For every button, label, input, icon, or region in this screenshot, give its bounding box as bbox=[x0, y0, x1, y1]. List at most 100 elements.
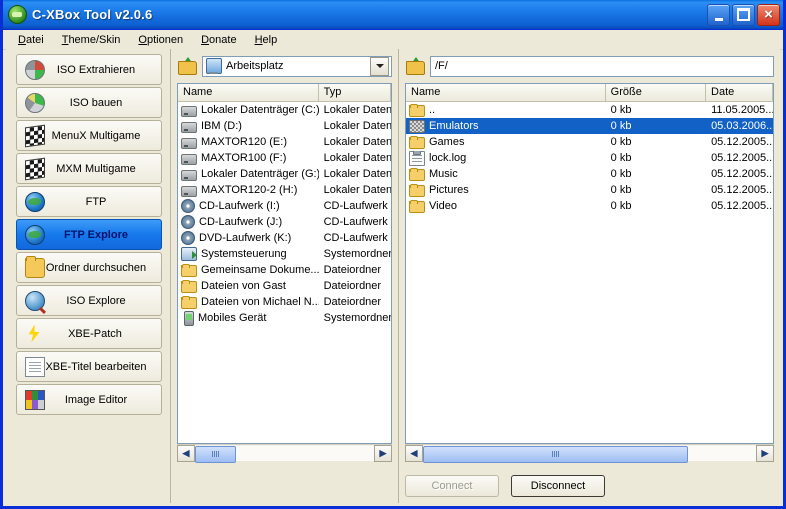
menu-item-help[interactable]: Help bbox=[246, 32, 287, 48]
chevron-left-icon: ◀ bbox=[410, 447, 418, 458]
table-row[interactable]: DVD-Laufwerk (K:) CD-Laufwerk bbox=[178, 230, 391, 246]
connect-button[interactable]: Connect bbox=[405, 475, 499, 497]
local-horizontal-scrollbar[interactable]: ◀ ▶ bbox=[177, 444, 392, 463]
table-row[interactable]: Mobiles Gerät Systemordner bbox=[178, 310, 391, 326]
sidebar-item-iso-bauen[interactable]: ISO bauen bbox=[16, 87, 162, 118]
menu-item-optionen[interactable]: Optionen bbox=[129, 32, 192, 48]
ftp-browser-panel: /F/ Name Größe Date .. 0 kb 11.05.2005... Emu… bbox=[399, 49, 780, 503]
sidebar-item-iso-explore[interactable]: ISO Explore bbox=[16, 285, 162, 316]
local-item-label: CD-Laufwerk (J:) bbox=[199, 216, 283, 228]
ftp-horizontal-scrollbar[interactable]: ◀ ▶ bbox=[405, 444, 774, 463]
ftp-item-label: Video bbox=[429, 200, 457, 212]
close-button[interactable] bbox=[757, 3, 780, 26]
drive-icon bbox=[181, 185, 197, 197]
ftp-up-one-level-icon[interactable] bbox=[405, 56, 425, 76]
local-scroll-track[interactable] bbox=[195, 445, 374, 463]
ftp-scroll-left-button[interactable]: ◀ bbox=[405, 444, 423, 462]
ftp-path-input[interactable]: /F/ bbox=[430, 55, 774, 77]
ftp-cell-date: 05.12.2005... bbox=[711, 168, 773, 180]
table-row[interactable]: Gemeinsame Dokume... Dateiordner bbox=[178, 262, 391, 278]
ftp-item-label: Music bbox=[429, 168, 458, 180]
ftp-column-header-date[interactable]: Date bbox=[706, 84, 773, 101]
mxm-multigame-icon bbox=[25, 157, 45, 180]
table-row[interactable]: MAXTOR100 (F:) Lokaler Datentr bbox=[178, 150, 391, 166]
ftp-scroll-right-button[interactable]: ▶ bbox=[756, 444, 774, 462]
sidebar-item-label: MenuX Multigame bbox=[51, 129, 141, 142]
sidebar-item-ftp[interactable]: FTP bbox=[16, 186, 162, 217]
ftp-scroll-thumb[interactable] bbox=[423, 445, 689, 463]
local-scroll-thumb[interactable] bbox=[195, 445, 237, 463]
table-row[interactable]: Systemsteuerung Systemordner bbox=[178, 246, 391, 262]
table-row[interactable]: Emulators 0 kb 05.03.2006... bbox=[406, 118, 773, 134]
chevron-down-icon[interactable] bbox=[370, 56, 389, 76]
menux-multigame-icon bbox=[25, 124, 45, 147]
sidebar-item-mxm-multigame[interactable]: MXM Multigame bbox=[16, 153, 162, 184]
ftp-file-rows[interactable]: .. 0 kb 11.05.2005... Emulators 0 kb 05.03.20… bbox=[406, 102, 773, 443]
ftp-column-header-gre[interactable]: Größe bbox=[605, 84, 707, 101]
local-cell-type: Lokaler Datentr bbox=[323, 168, 391, 180]
local-cell-name: Lokaler Datenträger (G:) bbox=[178, 168, 319, 181]
sidebar-item-ftp-explore[interactable]: FTP Explore bbox=[16, 219, 162, 250]
table-row[interactable]: Lokaler Datenträger (C:) Lokaler Datentr bbox=[178, 102, 391, 118]
xbe-patch-icon bbox=[28, 324, 40, 343]
table-row[interactable]: Music 0 kb 05.12.2005... bbox=[406, 166, 773, 182]
local-file-rows[interactable]: Lokaler Datenträger (C:)Lokaler DatentrI… bbox=[178, 102, 391, 443]
local-scroll-right-button[interactable]: ▶ bbox=[374, 444, 392, 462]
ftp-column-header-name[interactable]: Name bbox=[406, 84, 606, 101]
local-column-header-name[interactable]: Name bbox=[178, 84, 319, 101]
table-row[interactable]: CD-Laufwerk (J:) CD-Laufwerk bbox=[178, 214, 391, 230]
local-cell-name: Mobiles Gerät bbox=[178, 310, 319, 326]
ftp-path-row: /F/ bbox=[405, 55, 774, 77]
sidebar-item-menux-multigame[interactable]: MenuX Multigame bbox=[16, 120, 162, 151]
drive-icon bbox=[181, 121, 197, 133]
table-row[interactable]: CD-Laufwerk (I:) CD-Laufwerk bbox=[178, 198, 391, 214]
ftp-file-list[interactable]: Name Größe Date .. 0 kb 11.05.2005... Emulato… bbox=[405, 83, 774, 444]
sidebar-item-xbe-patch[interactable]: XBE-Patch bbox=[16, 318, 162, 349]
local-cell-name: Systemsteuerung bbox=[178, 247, 319, 261]
table-row[interactable]: Video 0 kb 05.12.2005... bbox=[406, 198, 773, 214]
sidebar-item-label: Image Editor bbox=[64, 393, 128, 406]
table-row[interactable]: MAXTOR120-2 (H:) Lokaler Datentr bbox=[178, 182, 391, 198]
menu-item-donate[interactable]: Donate bbox=[192, 32, 245, 48]
local-location-combobox[interactable]: Arbeitsplatz bbox=[202, 55, 392, 77]
local-file-list[interactable]: Name Typ Lokaler Datenträger (C:) Lokaler … bbox=[177, 83, 392, 444]
local-footer-spacer bbox=[177, 461, 392, 503]
table-row[interactable]: MAXTOR120 (E:) Lokaler Datentr bbox=[178, 134, 391, 150]
menu-item-theme-skin[interactable]: Theme/Skin bbox=[53, 32, 130, 48]
sidebar-item-label: FTP Explore bbox=[64, 228, 128, 241]
iso-build-icon bbox=[25, 92, 45, 113]
table-row[interactable]: Games 0 kb 05.12.2005... bbox=[406, 134, 773, 150]
table-row[interactable]: lock.log 0 kb 05.12.2005... bbox=[406, 150, 773, 166]
ftp-cell-name: .. bbox=[406, 103, 606, 117]
table-row[interactable]: Dateien von Gast Dateiordner bbox=[178, 278, 391, 294]
local-cell-name: Dateien von Michael N... bbox=[178, 295, 319, 309]
table-row[interactable]: Lokaler Datenträger (G:) Lokaler Datentr bbox=[178, 166, 391, 182]
minimize-button[interactable] bbox=[707, 3, 730, 26]
sidebar-item-ordner-durchsuchen[interactable]: Ordner durchsuchen bbox=[16, 252, 162, 283]
local-up-one-level-icon[interactable] bbox=[177, 56, 197, 76]
ftp-cell-date: 05.12.2005... bbox=[711, 152, 773, 164]
sidebar-item-xbe-titel-bearbeiten[interactable]: XBE-Titel bearbeiten bbox=[16, 351, 162, 382]
menu-item-datei[interactable]: Datei bbox=[9, 32, 53, 48]
table-row[interactable]: Pictures 0 kb 05.12.2005... bbox=[406, 182, 773, 198]
table-row[interactable]: Dateien von Michael N... Dateiordner bbox=[178, 294, 391, 310]
sidebar-item-label: XBE-Patch bbox=[68, 327, 122, 340]
ftp-scroll-track[interactable] bbox=[423, 445, 756, 463]
local-cell-type: Systemordner bbox=[323, 312, 391, 324]
local-cell-type: Dateiordner bbox=[323, 296, 382, 308]
local-scroll-left-button[interactable]: ◀ bbox=[177, 444, 195, 462]
sidebar: ISO Extrahieren ISO bauen MenuX Multigame M… bbox=[6, 49, 171, 503]
iso-extract-icon bbox=[25, 59, 45, 80]
table-row[interactable]: .. 0 kb 11.05.2005... bbox=[406, 102, 773, 118]
local-column-header-typ[interactable]: Typ bbox=[318, 84, 391, 101]
sidebar-item-label: Ordner durchsuchen bbox=[45, 261, 147, 274]
sidebar-item-label: XBE-Titel bearbeiten bbox=[45, 360, 147, 373]
local-item-label: MAXTOR120 (E:) bbox=[201, 136, 287, 148]
chevron-left-icon: ◀ bbox=[182, 447, 190, 458]
sidebar-item-iso-extrahieren[interactable]: ISO Extrahieren bbox=[16, 54, 162, 85]
ftp-cell-size: 0 kb bbox=[610, 136, 632, 148]
disconnect-button[interactable]: Disconnect bbox=[511, 475, 605, 497]
sidebar-item-image-editor[interactable]: Image Editor bbox=[16, 384, 162, 415]
maximize-button[interactable] bbox=[732, 3, 755, 26]
table-row[interactable]: IBM (D:) Lokaler Datentr bbox=[178, 118, 391, 134]
